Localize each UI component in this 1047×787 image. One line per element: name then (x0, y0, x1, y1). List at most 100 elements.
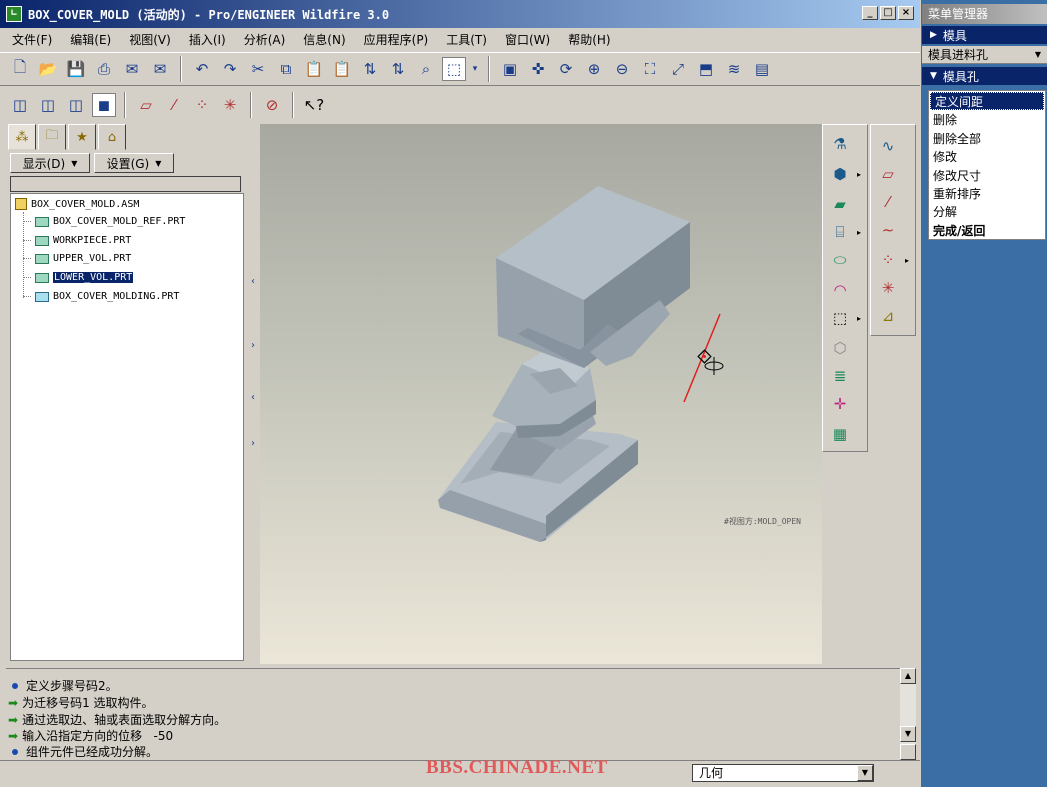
menu-manager-mold-hole-header[interactable]: ▼ 模具孔 (922, 67, 1047, 85)
selection-filter-select[interactable]: 几何 ▼ (692, 764, 874, 782)
collapse-arrow-icon[interactable]: ‹ (246, 392, 260, 403)
analysis-feature-icon[interactable]: ⊿ (877, 305, 899, 327)
no-hidden-icon[interactable]: ◫ (64, 93, 88, 117)
shrinkage-icon[interactable]: ⌸ ▸ (829, 221, 861, 243)
menu-help[interactable]: 帮助(H) (568, 31, 610, 48)
zoom-out-icon[interactable]: ⊖ (610, 57, 634, 81)
connections-tab-icon[interactable]: ⌂ (98, 124, 126, 150)
expand-arrow-icon[interactable]: › (246, 438, 260, 449)
datum-axis-display-icon[interactable]: ⁄ (162, 93, 186, 117)
reference-model-icon[interactable]: ⬢ ▸ (829, 163, 861, 185)
layers-icon[interactable]: ≋ (722, 57, 746, 81)
skirt-surface-icon[interactable]: ◠ (829, 279, 851, 301)
expand-arrow-icon[interactable]: › (246, 340, 260, 351)
annotation-display-icon[interactable]: ⊘ (260, 93, 284, 117)
tree-filter-field[interactable] (10, 176, 241, 192)
menu-applications[interactable]: 应用程序(P) (364, 31, 429, 48)
menu-item-delete[interactable]: 删除 (929, 111, 1045, 129)
sketch-datum-curve-icon[interactable]: ∿ (877, 135, 899, 157)
menu-info[interactable]: 信息(N) (303, 31, 345, 48)
datum-plane-icon[interactable]: ▱ (877, 163, 899, 185)
regen-manager-icon[interactable]: ⇅ (386, 57, 410, 81)
regenerate-icon[interactable]: ⇅ (358, 57, 382, 81)
coordinate-system-icon[interactable]: ✳ (877, 277, 899, 299)
folder-browser-tab-icon[interactable]: 🗀 (38, 124, 66, 150)
minimize-button[interactable]: _ (862, 6, 878, 20)
menu-window[interactable]: 窗口(W) (505, 31, 550, 48)
wireframe-icon[interactable]: ◫ (8, 93, 32, 117)
repaint-icon[interactable]: ▣ (498, 57, 522, 81)
datum-curve-icon[interactable]: ∼ (877, 219, 899, 241)
zoom-in-icon[interactable]: ⊕ (582, 57, 606, 81)
tree-node-upper-vol[interactable]: UPPER_VOL.PRT (23, 253, 131, 264)
settings-menu-button[interactable]: 设置(G) ▼ (94, 153, 174, 173)
workpiece-create-icon[interactable]: ▰ (829, 193, 851, 215)
find-icon[interactable]: ⌕ (414, 57, 438, 81)
datum-axis-icon[interactable]: ⁄ (877, 191, 899, 213)
shading-icon[interactable]: ◼ (92, 93, 116, 117)
send-mail-icon[interactable]: ✉ (120, 57, 144, 81)
graphics-viewport[interactable]: #视图方:MOLD_OPEN (260, 124, 822, 664)
collapse-arrow-icon[interactable]: ‹ (246, 276, 260, 287)
explode-direction-axis[interactable] (683, 313, 721, 403)
redo-icon[interactable]: ↷ (218, 57, 242, 81)
menu-analysis[interactable]: 分析(A) (244, 31, 286, 48)
tree-node-molding[interactable]: BOX_COVER_MOLDING.PRT (23, 291, 179, 302)
spin-center-icon[interactable]: ✜ (526, 57, 550, 81)
datum-point-display-icon[interactable]: ⁘ (190, 93, 214, 117)
undo-icon[interactable]: ↶ (190, 57, 214, 81)
saved-views-icon[interactable]: ⬒ (694, 57, 718, 81)
paste-special-icon[interactable]: 📋 (330, 57, 354, 81)
tree-node-lower-vol[interactable]: LOWER_VOL.PRT (23, 272, 134, 283)
show-menu-button[interactable]: 显示(D) ▼ (10, 153, 90, 173)
context-help-icon[interactable]: ↖? (302, 93, 326, 117)
datum-plane-display-icon[interactable]: ▱ (134, 93, 158, 117)
send-mail-attach-icon[interactable]: ✉ (148, 57, 172, 81)
draft-check-icon[interactable]: ▦ (829, 423, 851, 445)
tree-node-workpiece[interactable]: WORKPIECE.PRT (23, 235, 131, 246)
tree-node-root[interactable]: BOX_COVER_MOLD.ASM (15, 198, 139, 210)
scroll-thumb[interactable] (900, 744, 916, 760)
scroll-up-icon[interactable]: ▲ (900, 668, 916, 684)
upper-volume-part[interactable] (496, 186, 690, 368)
molding-create-icon[interactable]: ≣ (829, 365, 851, 387)
tree-node-ref-part[interactable]: BOX_COVER_MOLD_REF.PRT (23, 216, 185, 227)
new-file-icon[interactable]: 🗋 (8, 57, 32, 81)
hidden-line-icon[interactable]: ◫ (36, 93, 60, 117)
menu-insert[interactable]: 插入(I) (189, 31, 226, 48)
mold-opening-icon[interactable]: ✛ (829, 393, 851, 415)
close-button[interactable]: × (898, 6, 914, 20)
view-manager-icon[interactable]: ▤ (750, 57, 774, 81)
menu-file[interactable]: 文件(F) (12, 31, 52, 48)
menu-item-define-spacing[interactable]: 定义间距 (930, 92, 1044, 111)
message-scrollbar[interactable]: ▲ ▼ (900, 668, 916, 760)
menu-view[interactable]: 视图(V) (129, 31, 171, 48)
volume-split-icon[interactable]: ⬚ ▸ (829, 307, 861, 329)
menu-item-modify-dim[interactable]: 修改尺寸 (929, 167, 1045, 185)
parting-surface-icon[interactable]: ⬭ (829, 249, 851, 271)
copy-icon[interactable]: ⧉ (274, 57, 298, 81)
open-folder-icon[interactable]: 📂 (36, 57, 60, 81)
menu-edit[interactable]: 编辑(E) (70, 31, 111, 48)
reorient-icon[interactable]: ⤢ (666, 57, 690, 81)
refit-icon[interactable]: ⛶ (638, 57, 662, 81)
save-icon[interactable]: 💾 (64, 57, 88, 81)
menu-item-explode[interactable]: 分解 (929, 203, 1045, 221)
menu-tools[interactable]: 工具(T) (446, 31, 487, 48)
menu-manager-mold-advance-row[interactable]: 模具进料孔 ▼ (922, 46, 1047, 64)
select-box-icon[interactable]: ⬚ (442, 57, 466, 81)
select-dropdown-icon[interactable]: ▾ (470, 57, 480, 81)
menu-item-reorder[interactable]: 重新排序 (929, 185, 1045, 203)
scroll-down-icon[interactable]: ▼ (900, 726, 916, 742)
coordinate-system-display-icon[interactable]: ✳ (218, 93, 242, 117)
datum-point-icon[interactable]: ⁘ ▸ (877, 249, 909, 271)
mold-layout-icon[interactable]: ⚗ (829, 133, 851, 155)
orient-mode-icon[interactable]: ⟳ (554, 57, 578, 81)
menu-item-modify[interactable]: 修改 (929, 148, 1045, 166)
cut-icon[interactable]: ✂ (246, 57, 270, 81)
navigator-splitter[interactable]: ‹ › ‹ › (246, 124, 260, 664)
menu-item-delete-all[interactable]: 删除全部 (929, 130, 1045, 148)
chevron-down-icon[interactable]: ▼ (857, 765, 873, 781)
model-tree-tab-icon[interactable]: ⁂ (8, 124, 36, 150)
maximize-button[interactable]: □ (880, 6, 896, 20)
